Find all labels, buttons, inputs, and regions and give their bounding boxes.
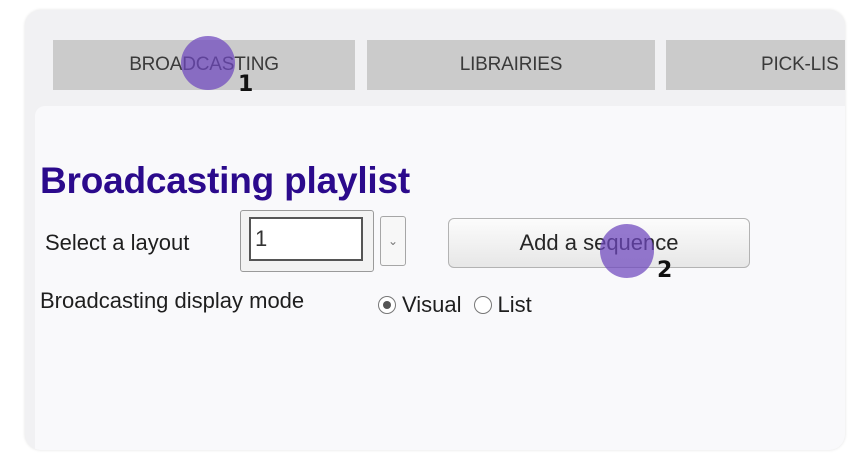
tab-librairies[interactable]: LIBRAIRIES [367, 40, 655, 90]
click-marker-2 [600, 224, 654, 278]
radio-visual-label: Visual [402, 292, 462, 317]
layout-select[interactable]: 1 ⌄ [240, 210, 410, 272]
content-panel [35, 106, 845, 450]
layout-field-frame: 1 [240, 210, 374, 272]
tab-label: PICK-LIS [761, 54, 839, 75]
click-marker-number: 1 [238, 72, 254, 97]
radio-visual[interactable] [378, 296, 396, 314]
tab-pick-lists[interactable]: PICK-LIS [666, 40, 845, 90]
radio-list[interactable] [473, 296, 492, 314]
page-title: Broadcasting playlist [40, 160, 411, 201]
display-mode-label: Broadcasting display mode [40, 288, 305, 313]
layout-input[interactable]: 1 [249, 217, 363, 261]
add-sequence-button[interactable]: Add a sequence [448, 218, 750, 268]
chevron-down-icon[interactable]: ⌄ [380, 216, 406, 266]
radio-list-label: List [497, 292, 532, 317]
tab-label: LIBRAIRIES [459, 54, 563, 75]
add-sequence-label: Add a sequence [519, 230, 679, 255]
click-marker-number: 2 [657, 258, 673, 283]
display-mode-options: Visual List [378, 292, 532, 318]
click-marker-1 [181, 36, 235, 90]
layout-label: Select a layout [45, 230, 190, 255]
